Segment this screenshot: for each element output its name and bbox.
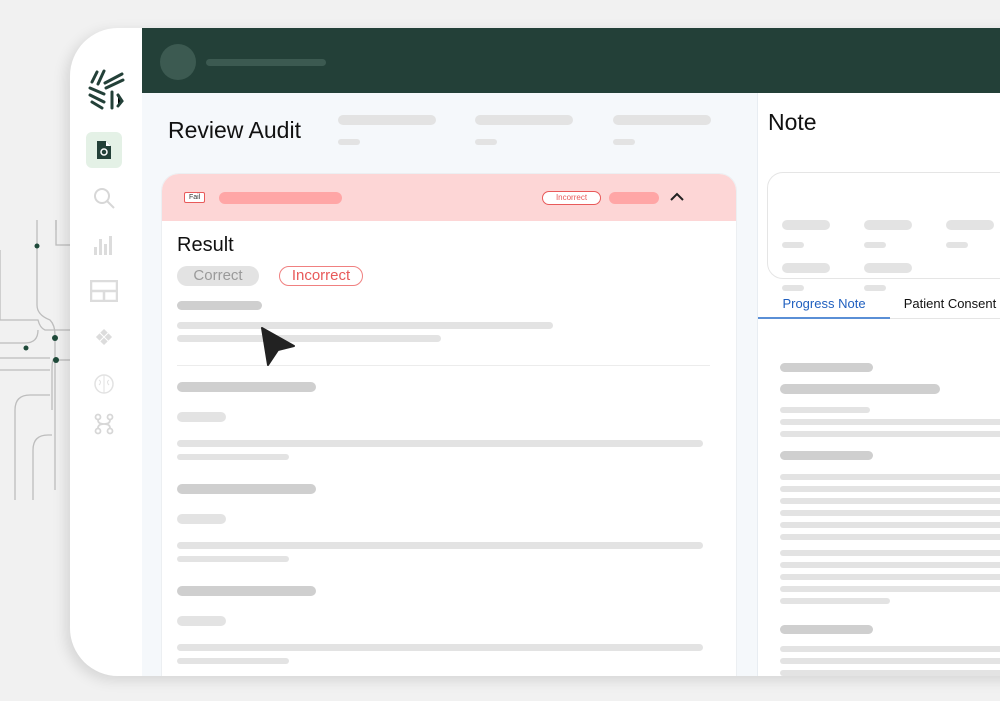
placeholder-bar <box>946 242 968 248</box>
placeholder-bar <box>177 644 703 651</box>
placeholder-bar <box>780 431 1000 437</box>
note-panel: Note Progress Note Patient Consent <box>757 93 1000 676</box>
placeholder-bar <box>780 384 940 394</box>
placeholder-bar <box>864 285 886 291</box>
page-title: Review Audit <box>168 117 301 143</box>
placeholder-bar <box>206 59 326 66</box>
search-icon <box>94 188 115 209</box>
placeholder-bar <box>780 646 1000 652</box>
placeholder-bar <box>780 574 1000 580</box>
review-audit-panel: Review Audit Fail Incorrect Result Corre… <box>142 93 757 676</box>
result-title: Result <box>177 234 234 256</box>
placeholder-bar <box>864 242 886 248</box>
placeholder-bar <box>780 419 1000 425</box>
placeholder-bar <box>864 220 912 230</box>
placeholder-bar <box>780 498 1000 504</box>
placeholder-bar <box>780 562 1000 568</box>
circuit-decoration <box>0 220 72 500</box>
placeholder-bar <box>338 139 360 145</box>
placeholder-bar <box>780 586 1000 592</box>
placeholder-bar <box>177 440 703 447</box>
option-correct[interactable]: Correct <box>177 266 259 286</box>
placeholder-bar <box>219 192 342 204</box>
placeholder-bar <box>609 192 659 204</box>
puzzle-icon: ❖ <box>94 325 114 350</box>
sidebar-item-audit[interactable] <box>86 132 122 168</box>
audit-card-header[interactable]: Fail Incorrect <box>162 174 736 221</box>
placeholder-bar <box>475 139 497 145</box>
placeholder-bar <box>782 242 804 248</box>
placeholder-bar <box>177 556 289 562</box>
sidebar-item-integrations[interactable]: ❖ <box>86 320 122 356</box>
incorrect-badge: Incorrect <box>542 191 601 205</box>
placeholder-bar <box>338 115 436 125</box>
option-incorrect[interactable]: Incorrect <box>279 266 363 286</box>
top-bar <box>142 28 1000 93</box>
sidebar-item-analytics[interactable] <box>86 226 122 262</box>
placeholder-bar <box>177 586 316 596</box>
placeholder-bar <box>780 550 1000 556</box>
placeholder-bar <box>177 542 703 549</box>
placeholder-bar <box>780 534 1000 540</box>
brain-icon <box>94 374 114 394</box>
placeholder-bar <box>780 625 873 634</box>
workflow-icon <box>94 413 114 435</box>
bar-chart-icon <box>94 236 112 255</box>
placeholder-bar <box>177 301 262 310</box>
chevron-up-icon[interactable] <box>670 192 684 202</box>
placeholder-bar <box>177 484 316 494</box>
avatar[interactable] <box>160 44 196 80</box>
placeholder-bar <box>780 486 1000 492</box>
cursor-pointer-icon <box>261 327 295 366</box>
app-window: ❖ Review Audit Fail Incorrect Result Cor… <box>70 28 1000 676</box>
table-icon <box>90 280 118 302</box>
placeholder-bar <box>177 335 441 342</box>
sidebar-item-tables[interactable] <box>86 273 122 309</box>
placeholder-bar <box>613 115 711 125</box>
note-title: Note <box>768 109 817 135</box>
placeholder-bar <box>780 522 1000 528</box>
placeholder-bar <box>782 285 804 291</box>
placeholder-bar <box>177 382 316 392</box>
sidebar-item-workflows[interactable] <box>86 406 122 442</box>
placeholder-bar <box>780 670 1000 676</box>
placeholder-bar <box>780 658 1000 664</box>
placeholder-bar <box>177 454 289 460</box>
placeholder-bar <box>780 598 890 604</box>
placeholder-bar <box>780 407 870 413</box>
sidebar-item-ai[interactable] <box>86 366 122 402</box>
placeholder-bar <box>780 474 1000 480</box>
placeholder-bar <box>780 510 1000 516</box>
placeholder-bar <box>177 322 553 329</box>
app-logo <box>88 69 125 110</box>
placeholder-bar <box>177 616 226 626</box>
placeholder-bar <box>177 412 226 422</box>
placeholder-bar <box>780 451 873 460</box>
audit-card: Fail Incorrect Result Correct Incorrect <box>161 173 737 676</box>
divider <box>177 365 710 366</box>
fail-tag: Fail <box>184 192 206 203</box>
tab-patient-consent[interactable]: Patient Consent <box>890 296 1000 319</box>
placeholder-bar <box>782 220 830 230</box>
placeholder-bar <box>780 363 873 372</box>
placeholder-bar <box>782 263 830 273</box>
placeholder-bar <box>946 220 994 230</box>
placeholder-bar <box>177 514 226 524</box>
placeholder-bar <box>177 658 289 664</box>
sidebar-item-search[interactable] <box>86 180 122 216</box>
placeholder-bar <box>864 263 912 273</box>
tab-progress-note[interactable]: Progress Note <box>758 296 890 319</box>
placeholder-bar <box>475 115 573 125</box>
document-search-icon <box>97 141 111 159</box>
placeholder-bar <box>613 139 635 145</box>
